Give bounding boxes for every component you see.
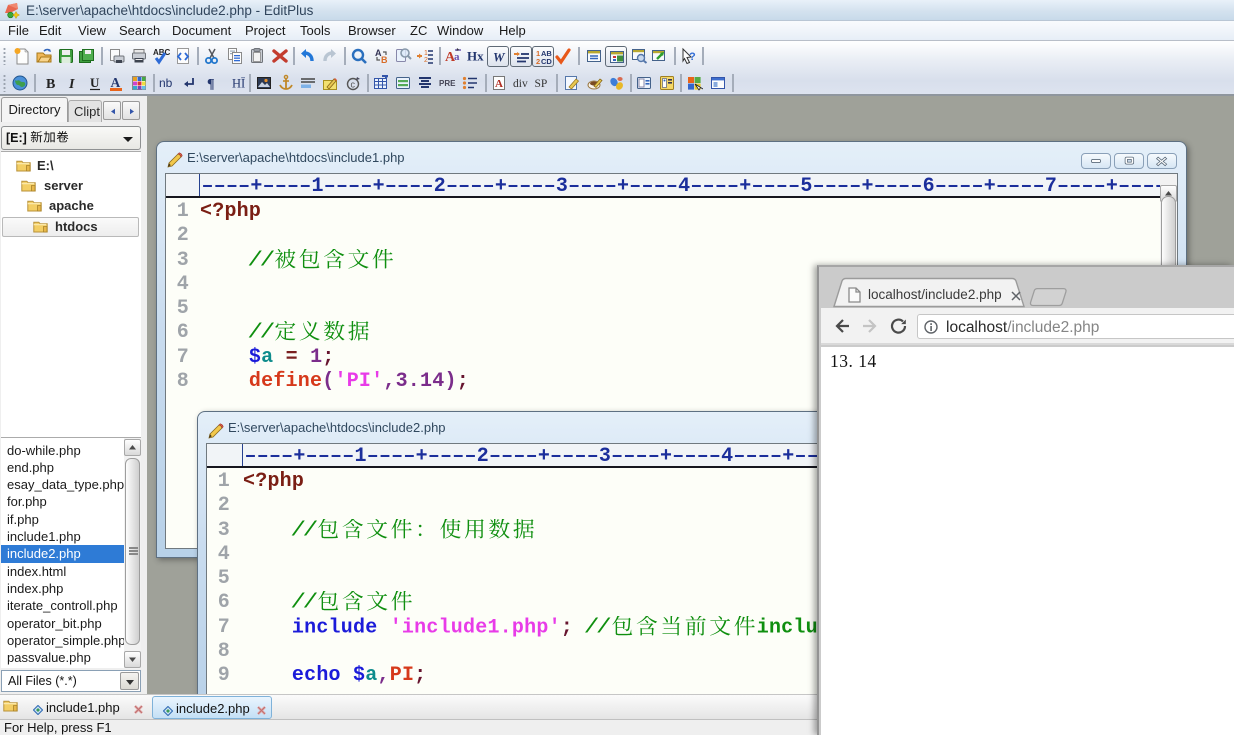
- svg-text:B: B: [46, 77, 55, 92]
- svg-text:Hx: Hx: [467, 49, 484, 64]
- svg-text:nb: nb: [159, 76, 173, 90]
- svg-text:?: ?: [689, 51, 696, 63]
- svg-text:B: B: [381, 55, 388, 65]
- svg-text:c: c: [351, 80, 356, 90]
- svg-text:SP: SP: [535, 78, 548, 90]
- svg-text:I: I: [68, 77, 75, 92]
- svg-text:¶: ¶: [207, 77, 215, 92]
- svg-text:CD: CD: [541, 57, 552, 66]
- svg-text:W: W: [493, 50, 506, 65]
- svg-text:A: A: [111, 75, 121, 90]
- svg-text:a: a: [454, 51, 460, 63]
- svg-text:div: div: [513, 78, 528, 90]
- svg-text:1: 1: [424, 50, 428, 57]
- svg-text:A: A: [495, 78, 503, 90]
- svg-text:2: 2: [536, 57, 540, 66]
- svg-text:U: U: [90, 75, 100, 90]
- svg-text:HĪ: HĪ: [232, 77, 245, 91]
- svg-text:PRE: PRE: [439, 79, 456, 88]
- svg-text:2: 2: [424, 57, 428, 64]
